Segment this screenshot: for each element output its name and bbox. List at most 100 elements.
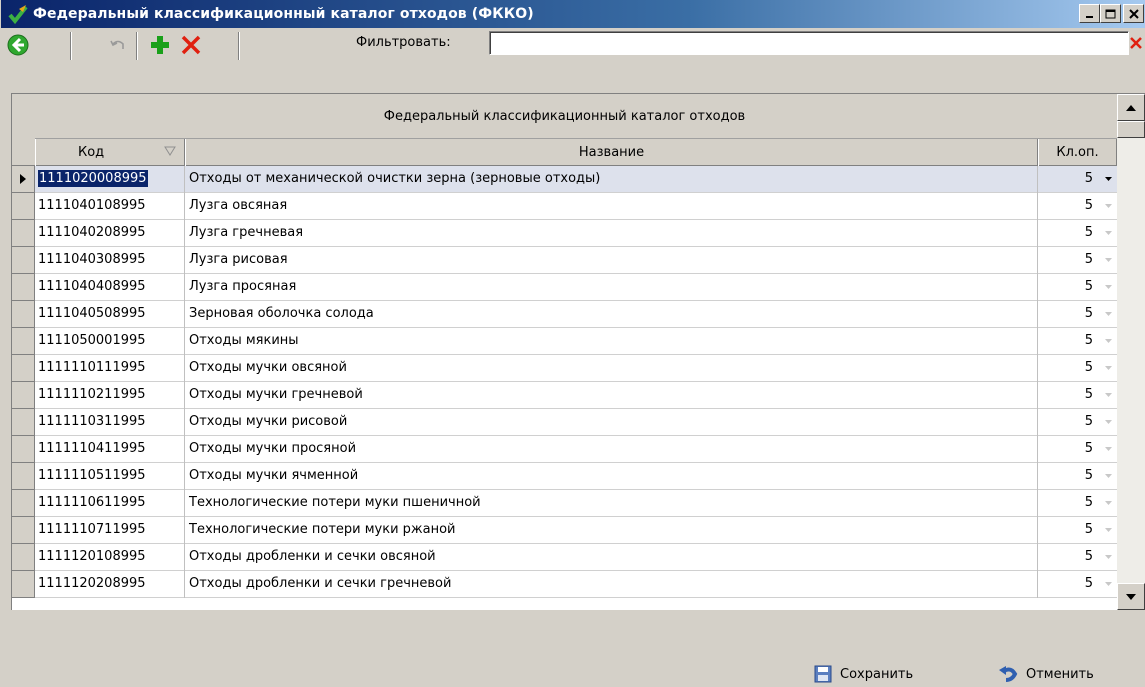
cell-name[interactable]: Отходы мякины [185, 328, 1038, 355]
table-row[interactable]: 1111040208995 Лузга гречневая 5 [12, 220, 1117, 247]
cell-code[interactable]: 1111110111995 [35, 355, 185, 382]
table-row[interactable]: 1111120108995 Отходы дробленки и сечки о… [12, 544, 1117, 571]
column-header-class[interactable]: Кл.оп. [1038, 139, 1117, 166]
table-row[interactable]: 1111040308995 Лузга рисовая 5 [12, 247, 1117, 274]
cell-code[interactable]: 1111040208995 [35, 220, 185, 247]
scroll-thumb[interactable] [1117, 121, 1145, 138]
cell-name[interactable]: Отходы дробленки и сечки гречневой [185, 571, 1038, 598]
dropdown-arrow-icon[interactable] [1104, 230, 1113, 236]
cell-code[interactable]: 1111120108995 [35, 544, 185, 571]
filter-clear-button[interactable] [1129, 32, 1145, 54]
cell-code[interactable]: 1111040108995 [35, 193, 185, 220]
cell-code[interactable]: 1111040508995 [35, 301, 185, 328]
cell-class[interactable]: 5 [1038, 490, 1117, 517]
cell-class[interactable]: 5 [1038, 382, 1117, 409]
cell-class[interactable]: 5 [1038, 463, 1117, 490]
cell-code[interactable]: 1111050001995 [35, 328, 185, 355]
cell-code[interactable]: 1111110711995 [35, 517, 185, 544]
table-row[interactable]: 1111120208995 Отходы дробленки и сечки г… [12, 571, 1117, 598]
dropdown-arrow-icon[interactable] [1104, 284, 1113, 290]
cell-class[interactable]: 5 [1038, 544, 1117, 571]
table-row[interactable]: 1111110211995 Отходы мучки гречневой 5 [12, 382, 1117, 409]
cell-code[interactable]: 1111040408995 [35, 274, 185, 301]
table-row[interactable]: 1111110611995 Технологические потери мук… [12, 490, 1117, 517]
back-button[interactable] [5, 32, 31, 58]
column-header-name[interactable]: Название [185, 139, 1038, 166]
table-row[interactable]: 1111040108995 Лузга овсяная 5 [12, 193, 1117, 220]
dropdown-arrow-icon[interactable] [1104, 446, 1113, 452]
cell-class[interactable]: 5 [1038, 301, 1117, 328]
cell-class[interactable]: 5 [1038, 220, 1117, 247]
cell-code[interactable]: 1111110611995 [35, 490, 185, 517]
vertical-scrollbar[interactable] [1117, 94, 1145, 610]
undo-button[interactable] [105, 32, 131, 58]
cell-name[interactable]: Отходы мучки просяной [185, 436, 1038, 463]
cell-name[interactable]: Отходы мучки гречневой [185, 382, 1038, 409]
cell-code[interactable]: 1111110411995 [35, 436, 185, 463]
table-row[interactable]: 1111050001995 Отходы мякины 5 [12, 328, 1117, 355]
dropdown-arrow-icon[interactable] [1104, 257, 1113, 263]
cell-class[interactable]: 5 [1038, 355, 1117, 382]
cell-class[interactable]: 5 [1038, 436, 1117, 463]
cell-code[interactable]: 1111120208995 [35, 571, 185, 598]
dropdown-arrow-icon[interactable] [1104, 554, 1113, 560]
cell-name[interactable]: Лузга гречневая [185, 220, 1038, 247]
cell-class[interactable]: 5 [1038, 193, 1117, 220]
delete-button[interactable] [178, 32, 204, 58]
cell-class[interactable]: 5 [1038, 166, 1117, 193]
cell-name[interactable]: Лузга рисовая [185, 247, 1038, 274]
cell-name[interactable]: Технологические потери муки ржаной [185, 517, 1038, 544]
close-button[interactable] [1123, 4, 1144, 23]
cell-code[interactable]: 1111110311995 [35, 409, 185, 436]
scroll-up-button[interactable] [1117, 94, 1145, 121]
table-row[interactable]: 1111110711995 Технологические потери мук… [12, 517, 1117, 544]
scroll-down-button[interactable] [1117, 583, 1145, 610]
table-row[interactable]: 1111110311995 Отходы мучки рисовой 5 [12, 409, 1117, 436]
maximize-button[interactable] [1100, 4, 1121, 23]
cell-class[interactable]: 5 [1038, 274, 1117, 301]
title-bar[interactable]: Федеральный классификационный каталог от… [1, 0, 1145, 28]
cell-class[interactable]: 5 [1038, 328, 1117, 355]
add-button[interactable] [147, 32, 173, 58]
cell-name[interactable]: Лузга просяная [185, 274, 1038, 301]
cell-class[interactable]: 5 [1038, 409, 1117, 436]
table-row[interactable]: 1111020008995 Отходы от механической очи… [12, 166, 1117, 193]
dropdown-arrow-icon[interactable] [1104, 176, 1113, 182]
cell-class[interactable]: 5 [1038, 247, 1117, 274]
cancel-button[interactable]: Отменить [998, 665, 1094, 683]
table-row[interactable]: 1111110111995 Отходы мучки овсяной 5 [12, 355, 1117, 382]
dropdown-arrow-icon[interactable] [1104, 203, 1113, 209]
cell-name[interactable]: Отходы от механической очистки зерна (зе… [185, 166, 1038, 193]
table-row[interactable]: 1111040408995 Лузга просяная 5 [12, 274, 1117, 301]
cell-code[interactable]: 1111040308995 [35, 247, 185, 274]
table-row[interactable]: 1111110511995 Отходы мучки ячменной 5 [12, 463, 1117, 490]
cell-code[interactable]: 1111020008995 [35, 166, 185, 193]
minimize-button[interactable] [1079, 4, 1100, 23]
dropdown-arrow-icon[interactable] [1104, 365, 1113, 371]
dropdown-arrow-icon[interactable] [1104, 581, 1113, 587]
table-row[interactable]: 1111110411995 Отходы мучки просяной 5 [12, 436, 1117, 463]
table-row[interactable]: 1111040508995 Зерновая оболочка солода 5 [12, 301, 1117, 328]
dropdown-arrow-icon[interactable] [1104, 311, 1113, 317]
cell-name[interactable]: Отходы дробленки и сечки овсяной [185, 544, 1038, 571]
cell-name[interactable]: Отходы мучки овсяной [185, 355, 1038, 382]
cell-name[interactable]: Лузга овсяная [185, 193, 1038, 220]
cell-class[interactable]: 5 [1038, 571, 1117, 598]
dropdown-arrow-icon[interactable] [1104, 392, 1113, 398]
dropdown-arrow-icon[interactable] [1104, 419, 1113, 425]
cell-class[interactable]: 5 [1038, 517, 1117, 544]
dropdown-arrow-icon[interactable] [1104, 338, 1113, 344]
cell-name[interactable]: Отходы мучки рисовой [185, 409, 1038, 436]
dropdown-arrow-icon[interactable] [1104, 527, 1113, 533]
cell-code[interactable]: 1111110511995 [35, 463, 185, 490]
filter-input[interactable] [489, 31, 1129, 55]
cell-name[interactable]: Отходы мучки ячменной [185, 463, 1038, 490]
cell-code[interactable]: 1111110211995 [35, 382, 185, 409]
dropdown-arrow-icon[interactable] [1104, 500, 1113, 506]
cell-name[interactable]: Технологические потери муки пшеничной [185, 490, 1038, 517]
dropdown-arrow-icon[interactable] [1104, 473, 1113, 479]
column-header-code[interactable]: Код [35, 139, 185, 166]
save-button[interactable]: Сохранить [814, 665, 913, 683]
sort-icon [164, 146, 176, 156]
cell-name[interactable]: Зерновая оболочка солода [185, 301, 1038, 328]
